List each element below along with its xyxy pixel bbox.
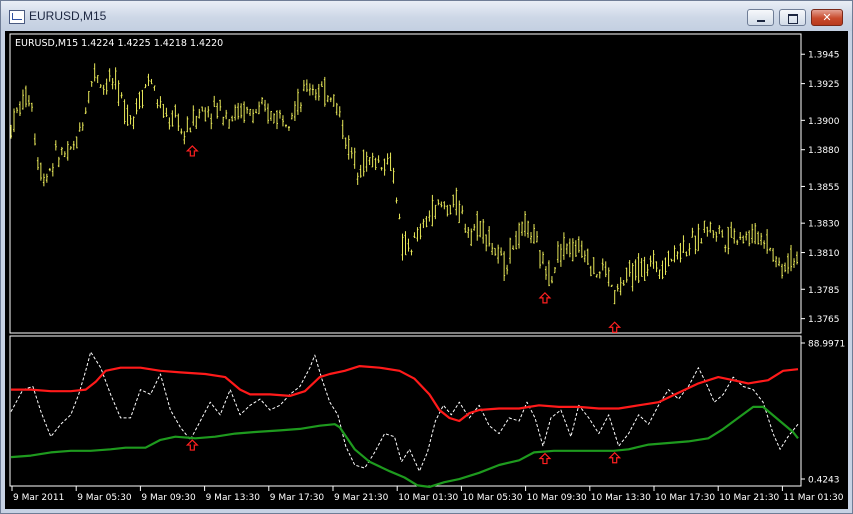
price-y-tick-label: 1.3925 — [808, 80, 840, 90]
window-titlebar[interactable]: EURUSD,M15 ✕ — [1, 1, 852, 31]
price-y-tick-label: 1.3945 — [808, 51, 840, 61]
window-title: EURUSD,M15 — [29, 9, 107, 23]
chart-canvas[interactable]: EURUSD,M15 1.4224 1.4225 1.4218 1.4220 1… — [5, 31, 848, 509]
time-tick-label: 10 Mar 21:30 — [719, 493, 779, 503]
chart-window: EURUSD,M15 ✕ EURUSD,M15 1.4224 1.4225 1.… — [0, 0, 853, 514]
time-tick-label: 9 Mar 17:30 — [270, 493, 325, 503]
price-y-tick-label: 1.3785 — [808, 286, 840, 296]
price-y-tick-label: 1.3765 — [808, 315, 840, 325]
indicator-y-tick-label: 0.4243 — [808, 476, 840, 486]
time-tick-label: 11 Mar 01:30 — [783, 493, 843, 503]
close-button[interactable]: ✕ — [811, 9, 843, 26]
time-tick-label: 10 Mar 13:30 — [591, 493, 651, 503]
price-y-tick-label: 1.3830 — [808, 220, 840, 230]
minimize-button[interactable] — [747, 9, 774, 26]
time-tick-label: 9 Mar 2011 — [13, 493, 64, 503]
time-tick-label: 10 Mar 17:30 — [655, 493, 715, 503]
price-y-tick-label: 1.3880 — [808, 146, 840, 156]
close-icon: ✕ — [822, 11, 832, 24]
price-y-tick-label: 1.3855 — [808, 183, 840, 193]
time-tick-label: 10 Mar 09:30 — [527, 493, 587, 503]
time-tick-label: 9 Mar 09:30 — [141, 493, 196, 503]
chart-background — [5, 31, 848, 509]
time-tick-label: 9 Mar 05:30 — [77, 493, 132, 503]
time-tick-label: 10 Mar 01:30 — [398, 493, 458, 503]
chart-window-icon[interactable] — [9, 10, 25, 24]
price-chart-title: EURUSD,M15 1.4224 1.4225 1.4218 1.4220 — [15, 38, 223, 49]
price-y-tick-label: 1.3810 — [808, 249, 840, 259]
time-tick-label: 9 Mar 13:30 — [206, 493, 261, 503]
time-tick-label: 10 Mar 05:30 — [462, 493, 522, 503]
price-y-tick-label: 1.3900 — [808, 117, 840, 127]
maximize-button[interactable] — [779, 9, 806, 26]
time-tick-label: 9 Mar 21:30 — [334, 493, 389, 503]
chart-area[interactable]: EURUSD,M15 1.4224 1.4225 1.4218 1.4220 1… — [5, 31, 848, 509]
indicator-y-tick-label: 88.9971 — [808, 340, 845, 350]
